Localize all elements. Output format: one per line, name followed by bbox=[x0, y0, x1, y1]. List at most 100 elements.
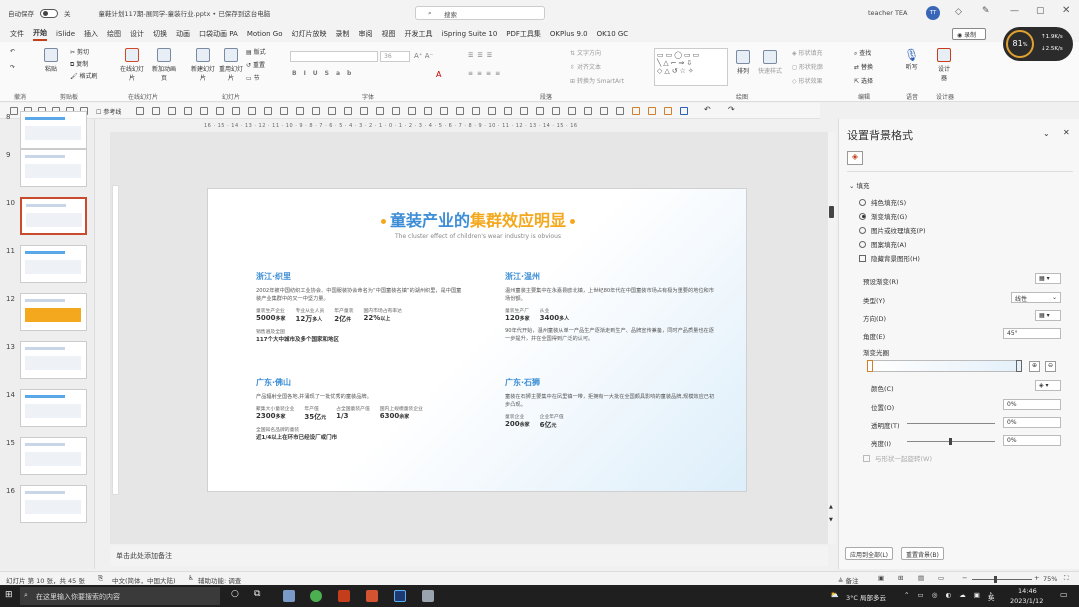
search-box[interactable]: ⌕ 搜索 bbox=[415, 6, 545, 20]
redo-icon[interactable]: ↷ bbox=[728, 105, 735, 114]
tool-icon[interactable] bbox=[536, 107, 544, 115]
format-painter-button[interactable]: 🖌 格式刷 bbox=[70, 71, 98, 80]
undo-icon[interactable]: ↶ bbox=[704, 105, 711, 114]
position-field[interactable]: 0% bbox=[1003, 399, 1061, 410]
rotate-with-shape-checkbox[interactable]: 与形状一起旋转(W) bbox=[863, 453, 932, 463]
ribbon-tab[interactable]: PDF工具集 bbox=[506, 29, 541, 39]
tool-icon[interactable] bbox=[200, 107, 208, 115]
editor-scrollbar[interactable]: ▲ ▼ bbox=[828, 132, 836, 544]
section-button[interactable]: ▭ 节 bbox=[246, 73, 260, 82]
weather-text[interactable]: 3°C 局部多云 bbox=[846, 592, 886, 602]
hide-bg-checkbox[interactable]: 隐藏背景图形(H) bbox=[859, 253, 920, 263]
cut-button[interactable]: ✂ 剪切 bbox=[70, 47, 89, 56]
text-direction-button[interactable]: ⇅ 文字方向 bbox=[570, 48, 601, 57]
performance-widget[interactable]: 81% ↑1.9K/s ↓2.5K/s bbox=[1003, 27, 1073, 61]
fit-slide-icon[interactable]: ⛶ bbox=[1064, 574, 1069, 583]
tool-icon[interactable] bbox=[488, 107, 496, 115]
record-button[interactable]: ◉ 录制 bbox=[952, 28, 986, 40]
ribbon-tab[interactable]: 审阅 bbox=[359, 29, 373, 39]
copy-button[interactable]: ⧉ 复制 bbox=[70, 59, 88, 69]
notification-icon[interactable]: ▭ bbox=[1060, 590, 1068, 599]
reset-background-button[interactable]: 重置背景(B) bbox=[901, 547, 944, 560]
tool-icon[interactable] bbox=[296, 107, 304, 115]
select-button[interactable]: ⇱ 选择 bbox=[854, 76, 873, 85]
tool-icon[interactable] bbox=[328, 107, 336, 115]
arrange-button[interactable]: 排列 bbox=[736, 50, 750, 75]
ribbon-tab[interactable]: 设计 bbox=[130, 29, 144, 39]
ribbon-tab[interactable]: 插入 bbox=[84, 29, 98, 39]
language-status[interactable]: 中文(简体，中国大陆) bbox=[112, 575, 176, 585]
color-dropdown[interactable]: ◈ ▾ bbox=[1035, 380, 1061, 391]
clock-time[interactable]: 14:46 bbox=[1018, 587, 1037, 595]
clock-date[interactable]: 2023/1/12 bbox=[1010, 597, 1043, 605]
ribbon-tab[interactable]: 绘图 bbox=[107, 29, 121, 39]
restore-icon[interactable]: ▢ bbox=[1036, 6, 1045, 16]
online-slides-button[interactable]: 在线幻灯片 bbox=[118, 48, 146, 82]
ribbon-tab[interactable]: 动画 bbox=[176, 29, 190, 39]
fill-option[interactable]: 渐变填充(G) bbox=[859, 211, 907, 221]
slide-thumbnail[interactable] bbox=[20, 341, 87, 379]
fill-option[interactable]: 纯色填充(S) bbox=[859, 197, 906, 207]
shape-outline-button[interactable]: ◻ 形状轮廓 bbox=[792, 62, 823, 71]
tool-icon[interactable] bbox=[376, 107, 384, 115]
apply-all-button[interactable]: 应用到全部(L) bbox=[845, 547, 894, 560]
slide-thumbnail[interactable] bbox=[20, 389, 87, 427]
layout-button[interactable]: ▤ 版式 bbox=[246, 47, 266, 56]
chrome-icon[interactable] bbox=[310, 590, 322, 602]
scroll-thumb[interactable] bbox=[829, 206, 834, 218]
tool-icon[interactable] bbox=[680, 107, 688, 115]
tool-icon[interactable] bbox=[360, 107, 368, 115]
next-slide-icon[interactable]: ▼ bbox=[829, 517, 833, 523]
align-text-button[interactable]: ⇳ 对齐文本 bbox=[570, 62, 601, 71]
undo-icon[interactable]: ↶ bbox=[10, 48, 15, 55]
ribbon-tab[interactable]: 口袋动画 PA bbox=[199, 29, 238, 39]
zoom-out-icon[interactable]: − bbox=[962, 574, 967, 582]
font-format-buttons[interactable]: BIUSab bbox=[292, 70, 358, 77]
app-icon[interactable] bbox=[366, 590, 378, 602]
slide-thumbnail[interactable] bbox=[20, 245, 87, 283]
windows-start-icon[interactable]: ⊞ bbox=[5, 590, 13, 600]
tool-icon[interactable] bbox=[184, 107, 192, 115]
spellcheck-icon[interactable]: ⎘ bbox=[98, 574, 103, 583]
tool-icon[interactable] bbox=[664, 107, 672, 115]
fill-section-header[interactable]: ⌄ 填充 bbox=[849, 180, 870, 190]
redo-icon[interactable]: ↷ bbox=[10, 64, 15, 71]
fill-option[interactable]: 图片或纹理填充(P) bbox=[859, 225, 926, 235]
tool-icon[interactable] bbox=[168, 107, 176, 115]
smartart-button[interactable]: ⊞ 转换为 SmartArt bbox=[570, 76, 624, 85]
tool-icon[interactable] bbox=[392, 107, 400, 115]
ribbon-tab[interactable]: 开发工具 bbox=[405, 29, 433, 39]
remove-stop-icon[interactable]: ⊖ bbox=[1045, 361, 1056, 372]
tool-icon[interactable] bbox=[568, 107, 576, 115]
angle-field[interactable]: 45° bbox=[1003, 328, 1061, 339]
slider-thumb[interactable] bbox=[994, 576, 997, 583]
ribbon-tab[interactable]: OKPlus 9.0 bbox=[550, 30, 588, 38]
tool-icon[interactable] bbox=[424, 107, 432, 115]
taskbar-search[interactable]: ⌕ 在这里输入你要搜索的内容 bbox=[20, 587, 220, 605]
quick-styles-button[interactable]: 快速样式 bbox=[758, 50, 782, 75]
slide-thumbnail[interactable] bbox=[20, 111, 87, 149]
prev-slide-icon[interactable]: ▲ bbox=[829, 504, 833, 510]
tool-icon[interactable] bbox=[344, 107, 352, 115]
ribbon-tab[interactable]: Motion Go bbox=[247, 30, 283, 38]
ribbon-tab[interactable]: iSlide bbox=[56, 30, 75, 38]
tool-icon[interactable] bbox=[264, 107, 272, 115]
notes-area[interactable]: 单击此处添加备注 bbox=[110, 546, 828, 566]
slide-thumbnail[interactable] bbox=[20, 197, 87, 235]
minimize-icon[interactable]: — bbox=[1010, 6, 1019, 16]
ribbon-tab[interactable]: 幻灯片放映 bbox=[292, 29, 327, 39]
notes-toggle[interactable]: ≜ 备注 bbox=[838, 575, 859, 585]
app-icon[interactable] bbox=[422, 590, 434, 602]
reset-button[interactable]: ↺ 重置 bbox=[246, 60, 265, 69]
slide-thumbnail[interactable] bbox=[20, 437, 87, 475]
accessibility-status[interactable]: 辅助功能: 调查 bbox=[198, 575, 241, 585]
tool-icon[interactable] bbox=[472, 107, 480, 115]
tool-icon[interactable] bbox=[440, 107, 448, 115]
font-name-field[interactable] bbox=[290, 51, 378, 62]
tool-icon[interactable] bbox=[632, 107, 640, 115]
slide-thumbnail[interactable] bbox=[20, 485, 87, 523]
tool-icon[interactable] bbox=[504, 107, 512, 115]
zoom-in-icon[interactable]: + bbox=[1034, 574, 1039, 582]
app-icon[interactable] bbox=[283, 590, 295, 602]
slideshow-icon[interactable]: ▭ bbox=[938, 574, 944, 582]
